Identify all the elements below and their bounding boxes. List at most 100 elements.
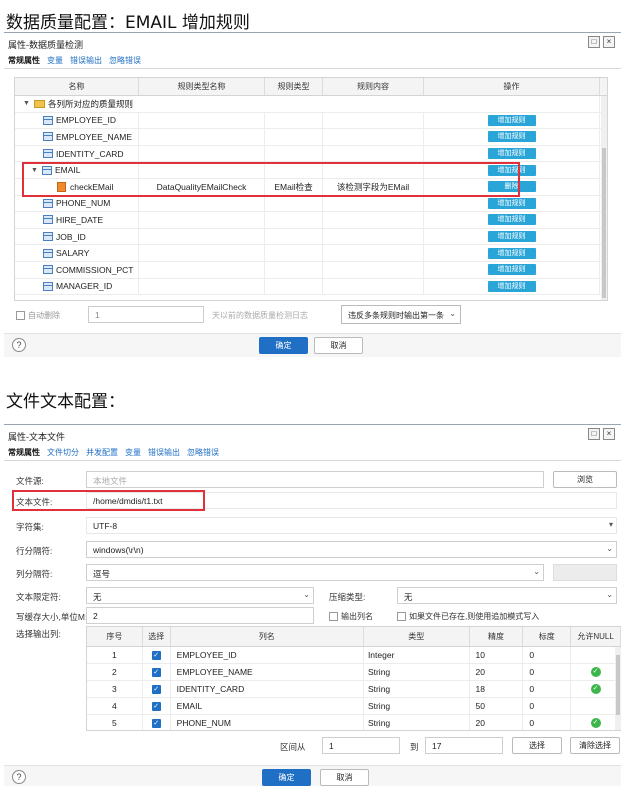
row-select-checkbox[interactable]: ✓	[151, 650, 161, 660]
row-separator-select[interactable]: windows(\r\n) ⌄	[86, 541, 617, 558]
select-range-button[interactable]: 选择	[512, 737, 562, 754]
tab-variables[interactable]: 变量	[125, 447, 141, 458]
table-row[interactable]: 4 ✓ EMAIL String 50 0	[87, 698, 621, 715]
rule-type-name-cell	[139, 129, 265, 145]
row-index: 2	[87, 664, 143, 680]
column-header-name[interactable]: 名称	[15, 78, 139, 95]
tab-general[interactable]: 常规属性	[8, 447, 40, 458]
ok-button[interactable]: 确定	[262, 769, 311, 786]
tree-root-row[interactable]: ▼ 各列所对应的质量规则	[15, 96, 607, 113]
column-row[interactable]: IDENTITY_CARD 增加规则	[15, 145, 607, 163]
help-icon[interactable]: ?	[12, 338, 26, 352]
file-source-input[interactable]: 本地文件	[86, 471, 544, 488]
close-icon[interactable]: ×	[603, 428, 615, 440]
range-to-input[interactable]: 17	[425, 737, 503, 754]
tab-concurrency[interactable]: 并发配置	[86, 447, 118, 458]
scrollbar-thumb[interactable]	[616, 655, 620, 715]
table-row[interactable]: 3 ✓ IDENTITY_CARD String 18 0 ✓	[87, 681, 621, 698]
check-circle-icon[interactable]: ✓	[590, 718, 601, 728]
add-rule-button[interactable]: 增加规则	[487, 131, 536, 143]
append-mode-option[interactable]: 如果文件已存在,则使用追加模式写入	[397, 611, 539, 622]
highlight-box-text-file	[12, 490, 205, 511]
check-circle-icon[interactable]: ✓	[590, 684, 601, 694]
column-row[interactable]: JOB_ID 增加规则	[15, 228, 607, 246]
column-header-rule-content[interactable]: 规则内容	[323, 78, 424, 95]
column-header-index[interactable]: 序号	[87, 627, 143, 646]
tab-general[interactable]: 常规属性	[8, 55, 40, 66]
tab-ignore-errors[interactable]: 忽略错误	[109, 55, 141, 66]
row-select-checkbox[interactable]: ✓	[151, 684, 161, 694]
add-rule-button[interactable]: 增加规则	[487, 264, 536, 276]
table-column-icon	[43, 265, 53, 275]
cancel-button[interactable]: 取消	[314, 337, 363, 354]
table-row[interactable]: 1 ✓ EMPLOYEE_ID Integer 10 0	[87, 647, 621, 664]
row-select-checkbox[interactable]: ✓	[151, 701, 161, 711]
tab-variables[interactable]: 变量	[47, 55, 63, 66]
column-header-type[interactable]: 类型	[364, 627, 470, 646]
row-index: 4	[87, 698, 143, 714]
column-header-select[interactable]: 选择	[143, 627, 171, 646]
column-header-rule-type-name[interactable]: 规则类型名称	[139, 78, 265, 95]
column-header-scale[interactable]: 标度	[523, 627, 572, 646]
column-header-precision[interactable]: 精度	[470, 627, 524, 646]
range-from-input[interactable]: 1	[322, 737, 400, 754]
column-header-operation[interactable]: 操作	[424, 78, 600, 95]
column-row[interactable]: MANAGER_ID 增加规则	[15, 278, 607, 296]
column-row[interactable]: COMMISSION_PCT 增加规则	[15, 261, 607, 279]
scrollbar-thumb[interactable]	[602, 148, 606, 298]
table-row[interactable]: 2 ✓ EMPLOYEE_NAME String 20 0 ✓	[87, 664, 621, 681]
charset-select[interactable]: UTF-8 ▾	[86, 517, 617, 534]
column-scale: 0	[523, 698, 572, 714]
tab-file-split[interactable]: 文件切分	[47, 447, 79, 458]
auto-delete-option[interactable]: 自动删除	[16, 310, 60, 321]
chevron-down-icon: ⌄	[449, 309, 456, 318]
expand-arrow-icon[interactable]: ▼	[23, 100, 31, 107]
table-column-icon	[43, 198, 53, 208]
cancel-button[interactable]: 取消	[320, 769, 369, 786]
tab-error-output[interactable]: 错误输出	[148, 447, 180, 458]
append-mode-checkbox[interactable]	[397, 612, 406, 621]
column-header-column-name[interactable]: 列名	[171, 627, 364, 646]
close-icon[interactable]: ×	[603, 36, 615, 48]
text-qualifier-select[interactable]: 无 ⌄	[86, 587, 314, 604]
col-separator-custom-input[interactable]	[553, 564, 617, 581]
column-row[interactable]: EMPLOYEE_NAME 增加规则	[15, 129, 607, 146]
rule-type-cell	[265, 261, 323, 278]
tab-ignore-errors[interactable]: 忽略错误	[187, 447, 219, 458]
table-row[interactable]: 5 ✓ PHONE_NUM String 20 0 ✓	[87, 715, 621, 730]
operation-cell: 增加规则	[424, 112, 600, 129]
auto-delete-checkbox[interactable]	[16, 311, 25, 320]
add-rule-button[interactable]: 增加规则	[487, 247, 536, 259]
add-rule-button[interactable]: 增加规则	[487, 280, 536, 292]
maximize-icon[interactable]: □	[588, 428, 600, 440]
help-icon[interactable]: ?	[12, 770, 26, 784]
add-rule-button[interactable]: 增加规则	[487, 114, 536, 126]
row-select-checkbox[interactable]: ✓	[151, 718, 161, 728]
cache-size-input[interactable]: 2	[86, 607, 314, 624]
vertical-scrollbar[interactable]	[601, 96, 607, 300]
clear-selection-button[interactable]: 清除选择	[570, 737, 620, 754]
output-colname-checkbox[interactable]	[329, 612, 338, 621]
compress-type-select[interactable]: 无 ⌄	[397, 587, 617, 604]
col-separator-select[interactable]: 逗号 ⌄	[86, 564, 544, 581]
column-header-rule-type[interactable]: 规则类型	[265, 78, 323, 95]
check-circle-icon[interactable]: ✓	[590, 667, 601, 677]
violation-output-select[interactable]: 违反多条规则时输出第一条 ⌄	[341, 305, 461, 324]
add-rule-button[interactable]: 增加规则	[487, 231, 536, 243]
tab-error-output[interactable]: 错误输出	[70, 55, 102, 66]
add-rule-button[interactable]: 增加规则	[487, 197, 536, 209]
browse-button[interactable]: 浏览	[553, 471, 617, 488]
ok-button[interactable]: 确定	[259, 337, 308, 354]
column-header-allow-null[interactable]: 允许NULL	[571, 627, 621, 646]
auto-delete-days-input[interactable]: 1	[88, 306, 204, 323]
output-colname-option[interactable]: 输出列名	[329, 611, 373, 622]
column-row[interactable]: PHONE_NUM 增加规则	[15, 195, 607, 213]
add-rule-button[interactable]: 增加规则	[487, 148, 536, 160]
row-select-checkbox[interactable]: ✓	[151, 667, 161, 677]
column-row[interactable]: EMPLOYEE_ID 增加规则	[15, 112, 607, 130]
maximize-icon[interactable]: □	[588, 36, 600, 48]
column-row[interactable]: HIRE_DATE 增加规则	[15, 212, 607, 229]
column-row[interactable]: SALARY 增加规则	[15, 245, 607, 262]
vertical-scrollbar[interactable]	[615, 647, 621, 730]
add-rule-button[interactable]: 增加规则	[487, 214, 536, 226]
